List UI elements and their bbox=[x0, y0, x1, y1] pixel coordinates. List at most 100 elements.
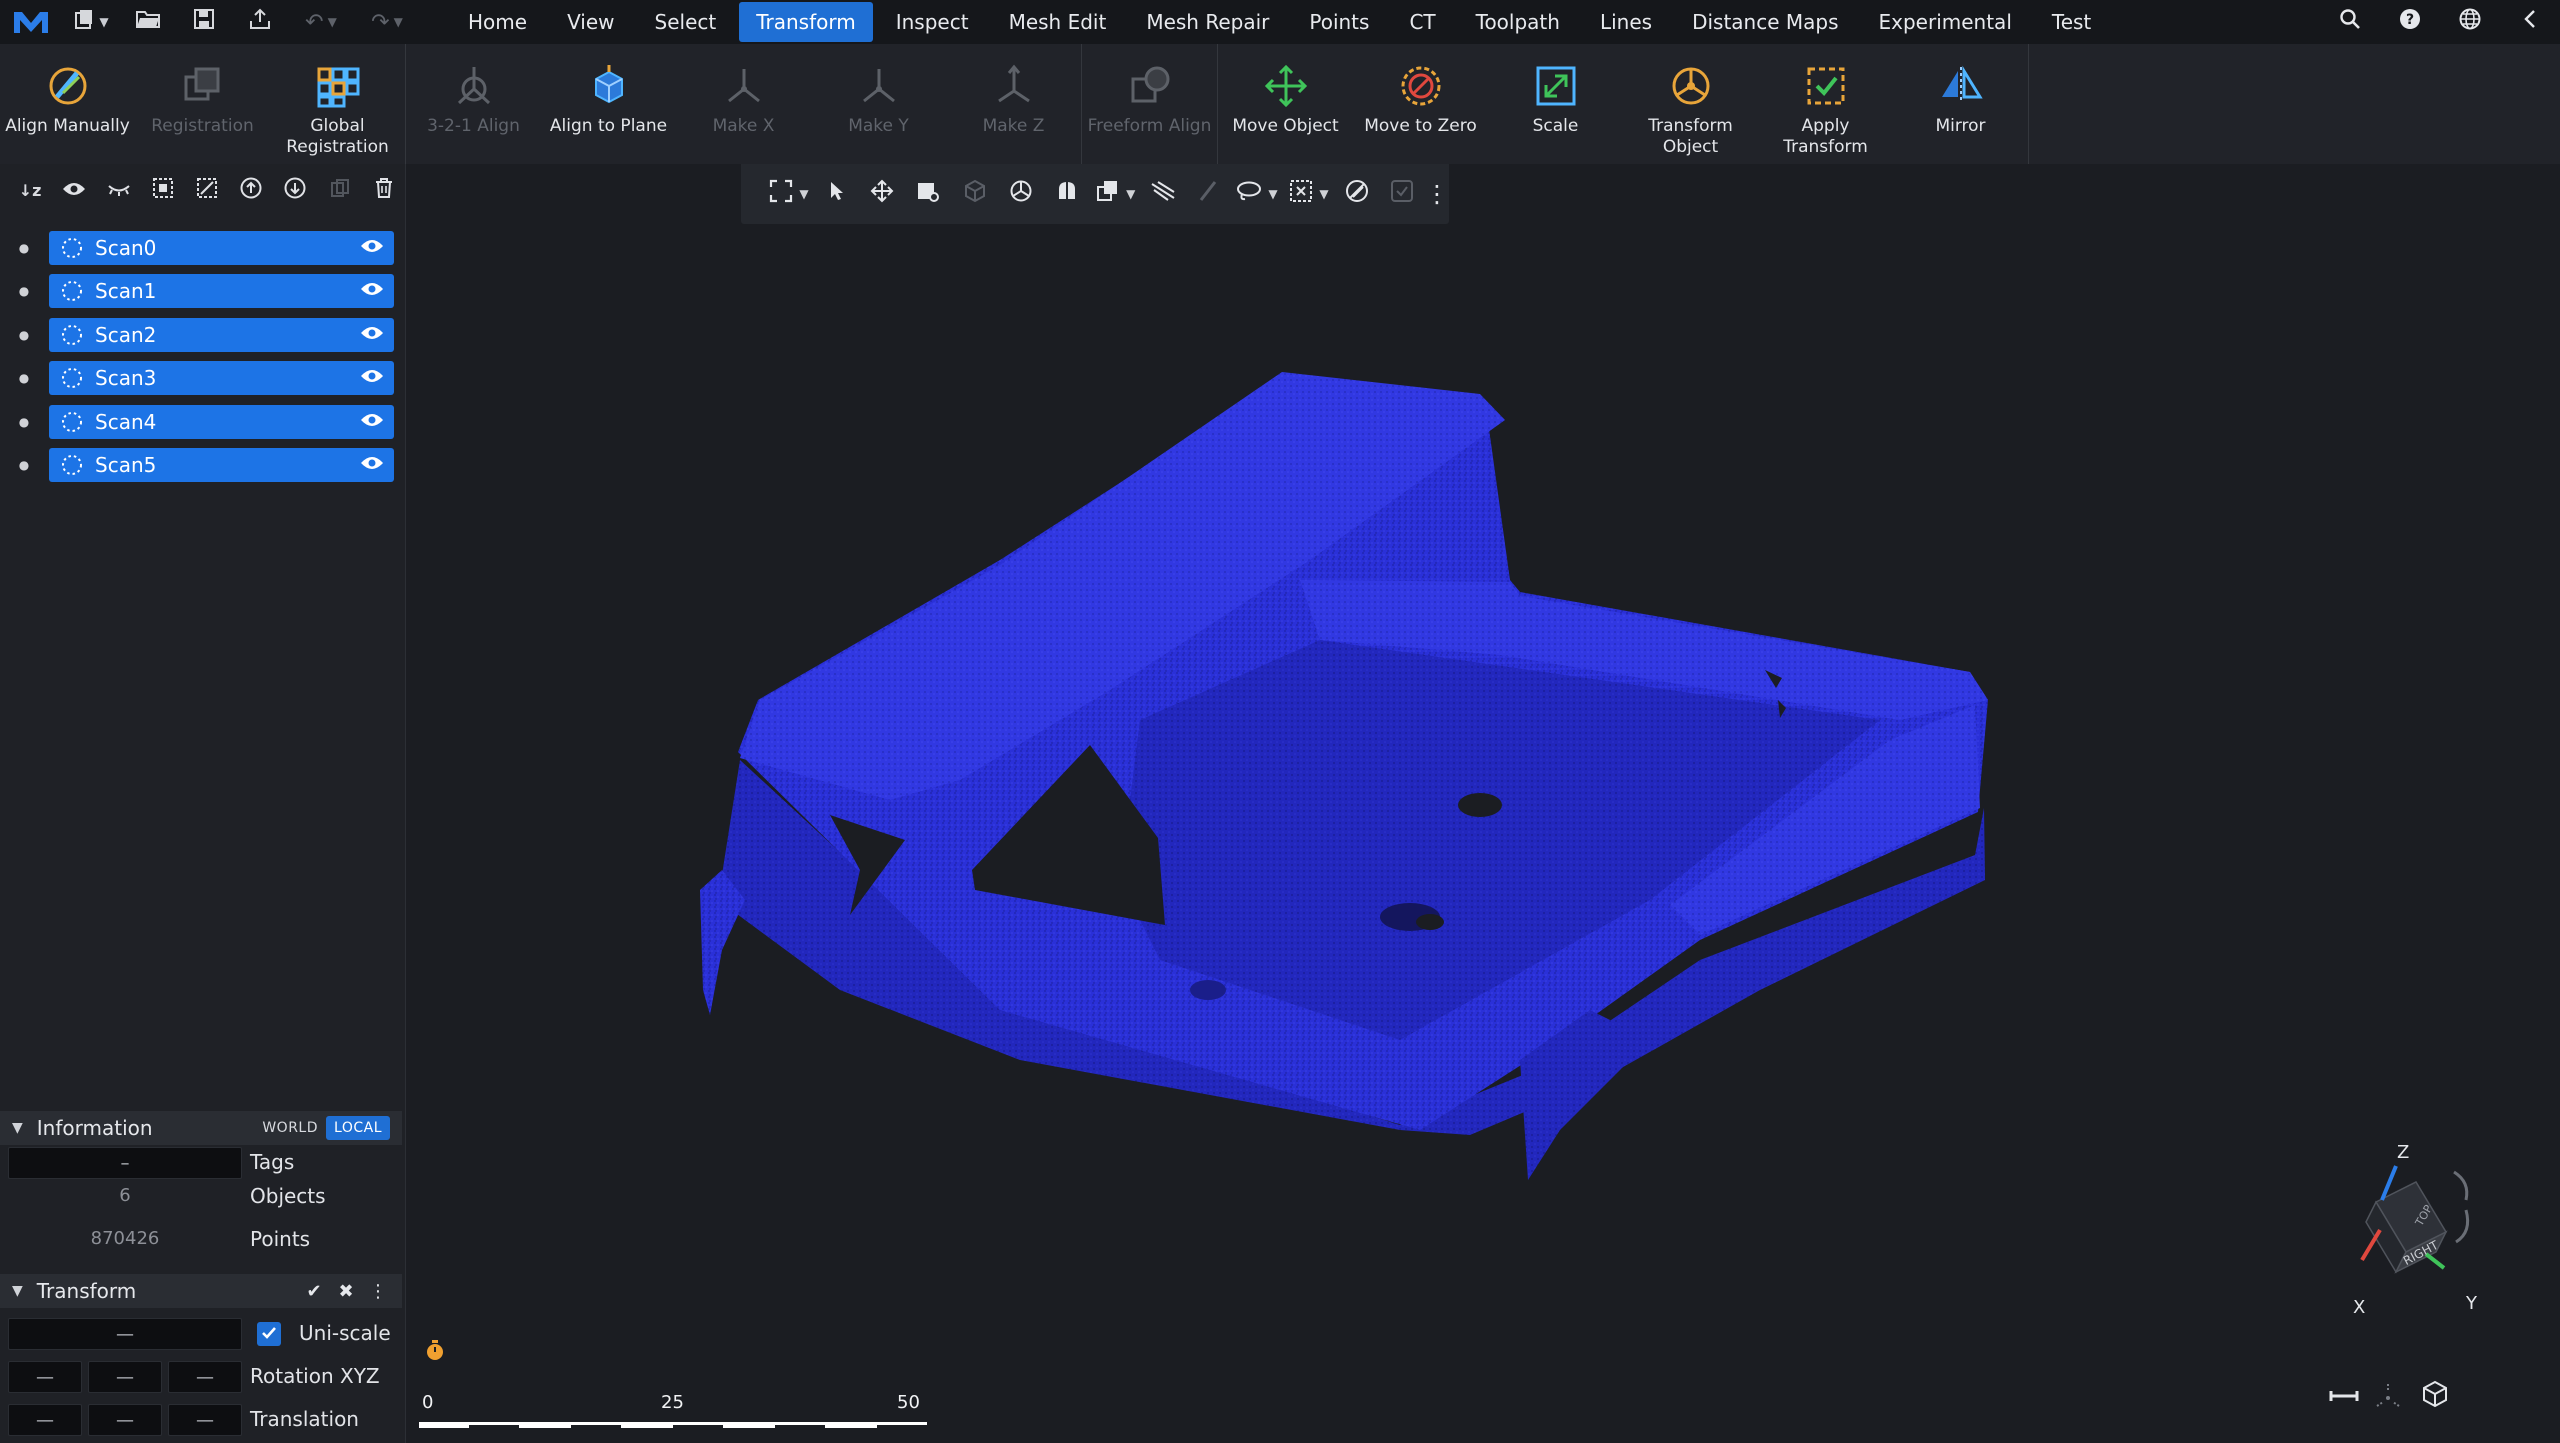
freeform-align-button[interactable]: Freeform Align bbox=[1082, 44, 1217, 164]
apply-transform-button[interactable]: Apply Transform bbox=[1758, 44, 1893, 164]
app-logo[interactable] bbox=[0, 0, 62, 44]
make-y-button[interactable]: Make Y bbox=[811, 44, 946, 164]
local-toggle[interactable]: LOCAL bbox=[326, 1116, 390, 1140]
scan-item[interactable]: Scan1 bbox=[49, 274, 394, 309]
undo-button[interactable]: ↶ ▼ bbox=[288, 0, 354, 44]
list-item[interactable]: ● Scan1 bbox=[0, 270, 406, 314]
menu-transform[interactable]: Transform bbox=[739, 2, 873, 42]
select-tool-button[interactable] bbox=[815, 164, 859, 224]
uniscale-checkbox[interactable] bbox=[257, 1322, 281, 1346]
clone-menu-button[interactable]: ▼ bbox=[1090, 164, 1141, 224]
sort-button[interactable]: ↓z bbox=[8, 168, 52, 212]
transform-object-button[interactable]: Transform Object bbox=[1623, 44, 1758, 164]
scale-button[interactable]: Scale bbox=[1488, 44, 1623, 164]
new-file-menu[interactable]: ▼ bbox=[62, 0, 120, 44]
select-all-button[interactable] bbox=[141, 168, 185, 212]
confirm-selection-button[interactable] bbox=[1379, 164, 1425, 224]
global-registration-button[interactable]: Global Registration bbox=[270, 44, 405, 164]
list-item[interactable]: ● Scan3 bbox=[0, 357, 406, 401]
translation-y-field[interactable]: — bbox=[88, 1404, 162, 1436]
align-manually-button[interactable]: Align Manually bbox=[0, 44, 135, 164]
rotation-y-field[interactable]: — bbox=[88, 1361, 162, 1393]
visibility-toggle[interactable] bbox=[350, 412, 394, 432]
redo-button[interactable]: ↷ ▼ bbox=[354, 0, 420, 44]
move-down-button[interactable] bbox=[273, 168, 317, 212]
gizmo-tool-button[interactable] bbox=[951, 164, 997, 224]
search-button[interactable] bbox=[2320, 0, 2380, 44]
information-header[interactable]: ▼ Information WORLD LOCAL bbox=[0, 1111, 402, 1145]
menu-select[interactable]: Select bbox=[638, 2, 734, 42]
rotate-tool-button[interactable] bbox=[998, 164, 1044, 224]
transform-header[interactable]: ▼ Transform ✔ ✖ ⋮ bbox=[0, 1274, 402, 1308]
3d-viewport[interactable]: ▼ ▼ ▼ ▼ ⋮ 0 25 50 TOP RIGHT X Y Z bbox=[407, 164, 2560, 1443]
export-button[interactable] bbox=[232, 0, 288, 44]
make-z-button[interactable]: Make Z bbox=[946, 44, 1081, 164]
center-view-button[interactable] bbox=[2371, 1380, 2405, 1414]
scan-item[interactable]: Scan4 bbox=[49, 404, 394, 439]
menu-toolpath[interactable]: Toolpath bbox=[1459, 2, 1577, 42]
visibility-toggle[interactable] bbox=[350, 281, 394, 301]
more-menu-button[interactable] bbox=[2500, 0, 2560, 44]
make-x-button[interactable]: Make X bbox=[676, 44, 811, 164]
view-cube[interactable] bbox=[2326, 1142, 2486, 1302]
help-button[interactable]: ? bbox=[2380, 0, 2440, 44]
menu-ct[interactable]: CT bbox=[1392, 2, 1452, 42]
move-object-button[interactable]: Move Object bbox=[1218, 44, 1353, 164]
align-321-button[interactable]: 3-2-1 Align bbox=[406, 44, 541, 164]
rotation-x-field[interactable]: — bbox=[8, 1361, 82, 1393]
menu-mesh-repair[interactable]: Mesh Repair bbox=[1129, 2, 1286, 42]
scan-item[interactable]: Scan3 bbox=[49, 361, 394, 396]
save-button[interactable] bbox=[176, 0, 232, 44]
align-to-plane-button[interactable]: Align to Plane bbox=[541, 44, 676, 164]
scan-item[interactable]: Scan2 bbox=[49, 317, 394, 352]
deselect-all-button[interactable] bbox=[185, 168, 229, 212]
list-item[interactable]: ● Scan4 bbox=[0, 400, 406, 444]
menu-inspect[interactable]: Inspect bbox=[879, 2, 986, 42]
visibility-toggle[interactable] bbox=[350, 238, 394, 258]
scale-field[interactable]: — bbox=[8, 1318, 242, 1350]
menu-distance-maps[interactable]: Distance Maps bbox=[1675, 2, 1855, 42]
show-all-button[interactable] bbox=[52, 168, 96, 212]
box-select-button[interactable]: ▼ bbox=[1283, 164, 1335, 224]
menu-test[interactable]: Test bbox=[2035, 2, 2108, 42]
rotation-z-field[interactable]: — bbox=[168, 1361, 242, 1393]
menu-lines[interactable]: Lines bbox=[1583, 2, 1669, 42]
fit-view-button[interactable]: ▼ bbox=[763, 164, 815, 224]
list-item[interactable]: ● Scan5 bbox=[0, 444, 406, 488]
visibility-toggle[interactable] bbox=[350, 368, 394, 388]
projection-toggle-button[interactable] bbox=[2417, 1378, 2453, 1414]
move-up-button[interactable] bbox=[229, 168, 273, 212]
measure-button[interactable] bbox=[2327, 1380, 2361, 1414]
edit-tool-button[interactable] bbox=[905, 164, 951, 224]
registration-button[interactable]: Registration bbox=[135, 44, 270, 164]
deselect-button[interactable] bbox=[1335, 164, 1379, 224]
menu-points[interactable]: Points bbox=[1292, 2, 1386, 42]
tags-field[interactable]: – bbox=[8, 1147, 242, 1179]
menu-mesh-edit[interactable]: Mesh Edit bbox=[992, 2, 1124, 42]
list-item[interactable]: ● Scan2 bbox=[0, 313, 406, 357]
hide-all-button[interactable] bbox=[96, 168, 140, 212]
lasso-button[interactable]: ▼ bbox=[1231, 164, 1283, 224]
move-to-zero-button[interactable]: Move to Zero bbox=[1353, 44, 1488, 164]
duplicate-button[interactable] bbox=[318, 168, 362, 212]
translation-z-field[interactable]: — bbox=[168, 1404, 242, 1436]
translation-x-field[interactable]: — bbox=[8, 1404, 82, 1436]
more-tools-button[interactable]: ⋮ bbox=[1425, 164, 1449, 224]
visibility-toggle[interactable] bbox=[350, 325, 394, 345]
move-tool-button[interactable] bbox=[859, 164, 905, 224]
close-icon[interactable]: ✖ bbox=[330, 1281, 362, 1302]
mirror-button[interactable]: Mirror bbox=[1893, 44, 2028, 164]
brush-button[interactable] bbox=[1185, 164, 1231, 224]
clip-plane-button[interactable] bbox=[1141, 164, 1185, 224]
delete-button[interactable] bbox=[362, 168, 406, 212]
open-folder-button[interactable] bbox=[120, 0, 176, 44]
check-icon[interactable]: ✔ bbox=[298, 1281, 330, 1302]
shading-button[interactable] bbox=[1044, 164, 1090, 224]
more-vertical-icon[interactable]: ⋮ bbox=[362, 1281, 394, 1302]
list-item[interactable]: ● Scan0 bbox=[0, 226, 406, 270]
point-cloud-model[interactable] bbox=[407, 164, 2560, 1443]
visibility-toggle[interactable] bbox=[350, 455, 394, 475]
scan-item[interactable]: Scan0 bbox=[49, 230, 394, 265]
menu-home[interactable]: Home bbox=[451, 2, 544, 42]
menu-view[interactable]: View bbox=[550, 2, 631, 42]
